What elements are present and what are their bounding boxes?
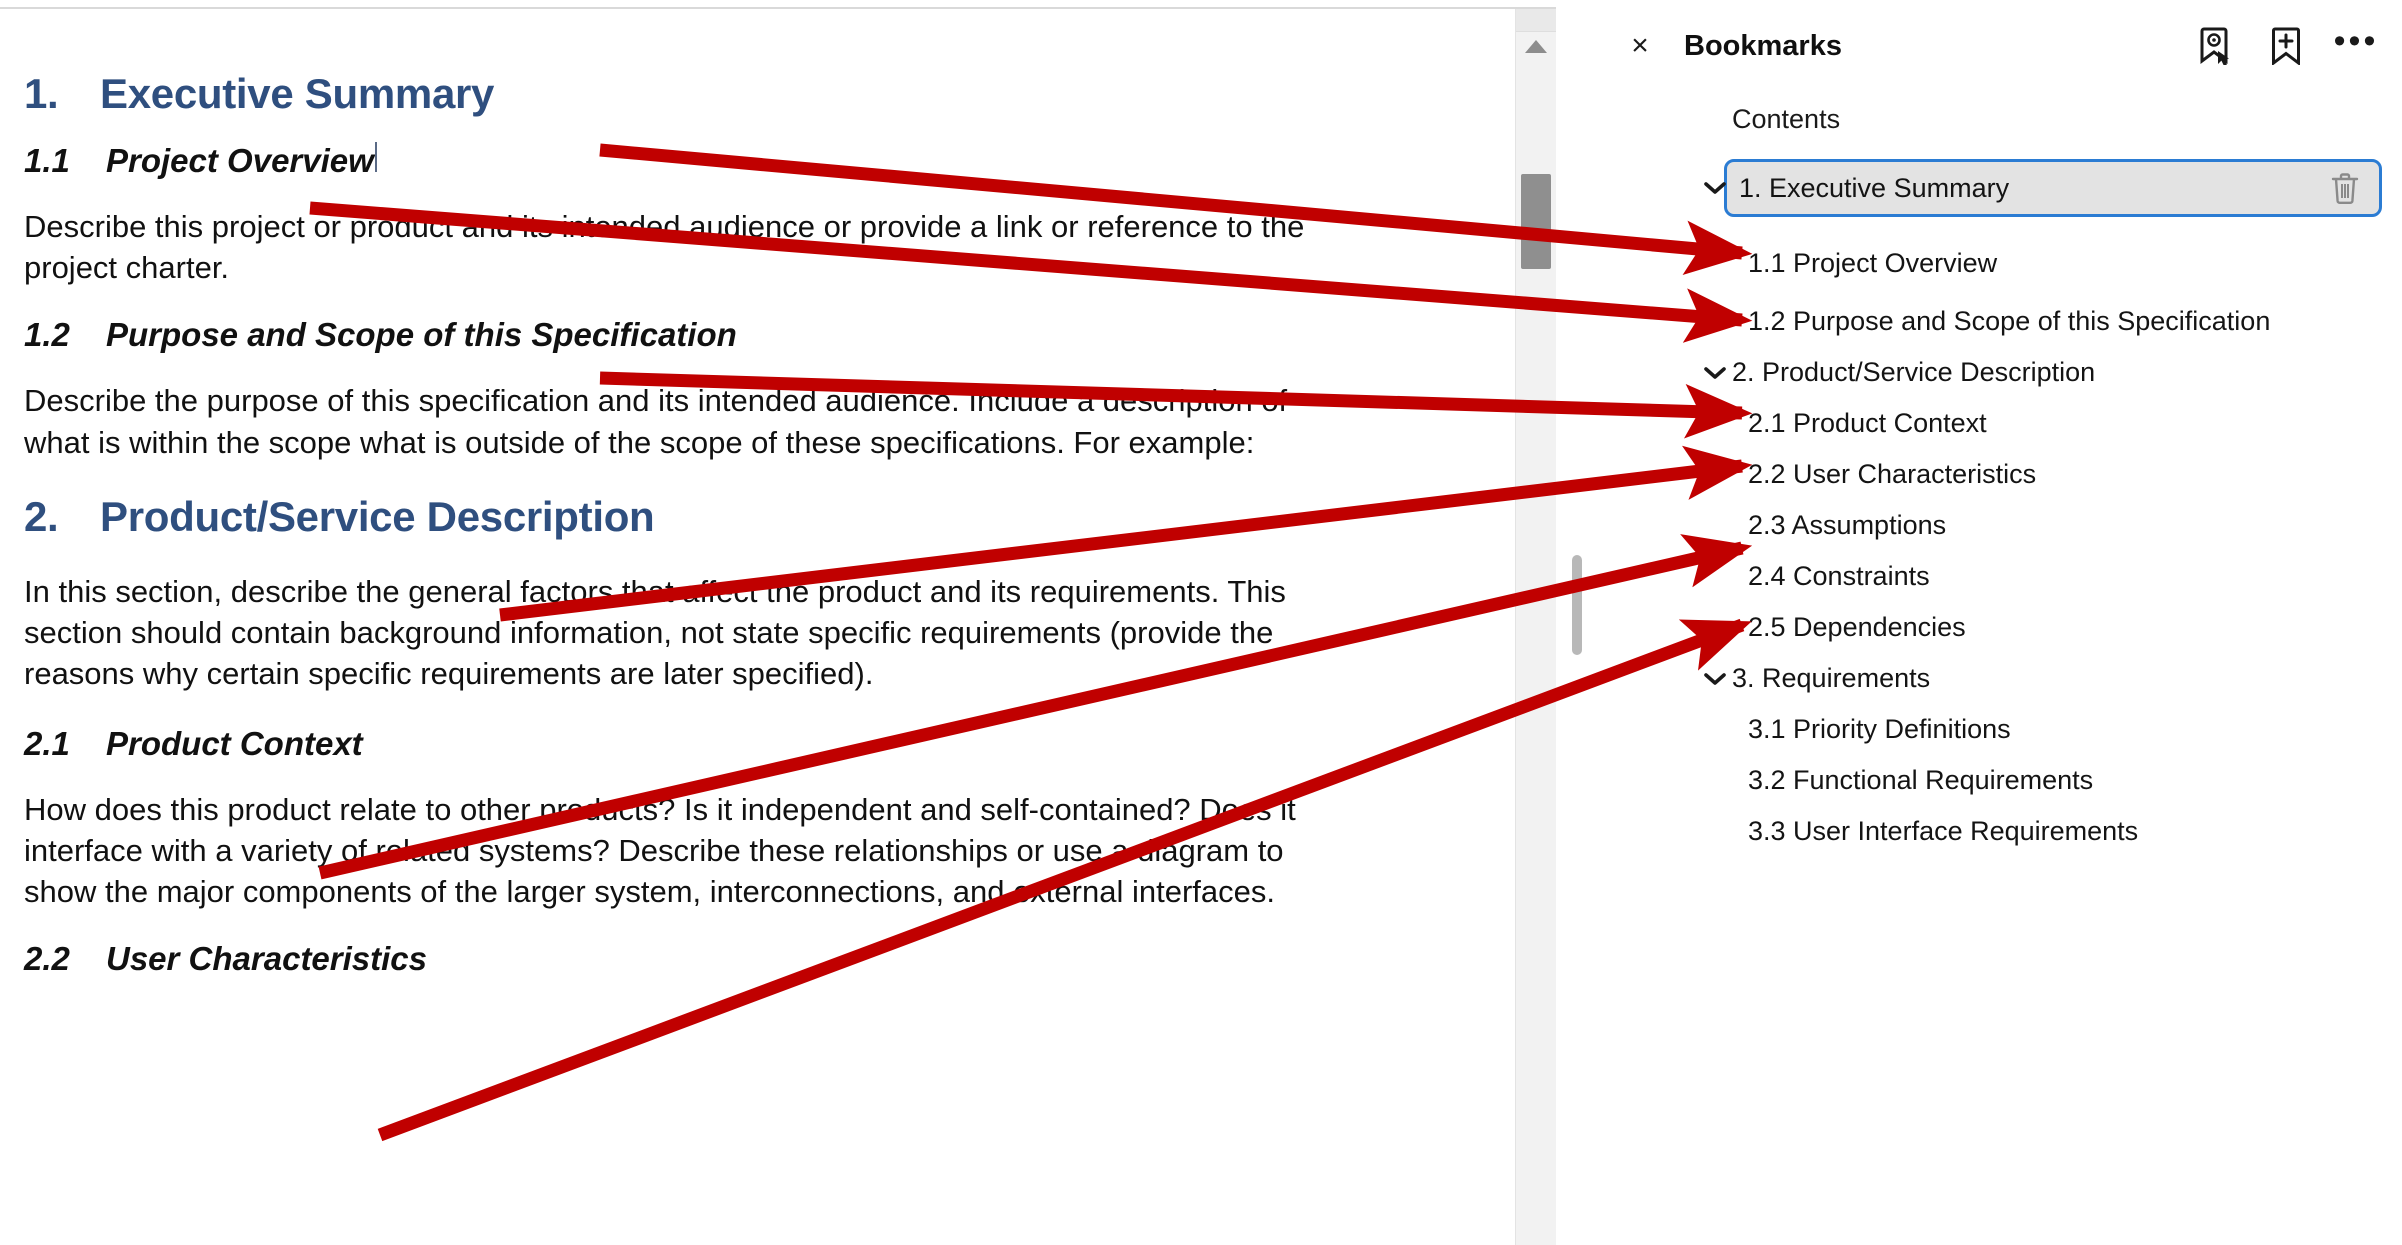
doc-paragraph-1-1: Describe this project or product and its… xyxy=(24,209,1305,286)
bookmark-item-executive-summary[interactable]: 1. Executive Summary xyxy=(1724,159,2382,217)
bookmark-row: 1.2 Purpose and Scope of this Specificat… xyxy=(1598,296,2402,347)
doc-subheading-text: Product Context xyxy=(106,724,363,762)
doc-heading-1-1-project-overview: 1.1 Project Overview xyxy=(24,142,1532,180)
bookmark-item-product-service-description[interactable]: 2. Product/Service Description xyxy=(1732,344,2095,402)
doc-paragraph-2-1: How does this product relate to other pr… xyxy=(24,791,1296,909)
text-cursor-caret xyxy=(374,142,377,172)
doc-heading-number: 2. xyxy=(24,492,59,540)
doc-heading-2-1-product-context: 2.1 Product Context xyxy=(24,725,1532,763)
bookmark-row: 3.2 Functional Requirements xyxy=(1598,755,2402,806)
document-vertical-scrollbar[interactable] xyxy=(1515,9,1556,1245)
more-options-icon[interactable]: ••• xyxy=(2334,19,2378,73)
bookmark-label: 1. Executive Summary xyxy=(1739,172,2010,203)
bookmark-row: 2. Product/Service Description xyxy=(1598,347,2402,398)
bookmark-row: 2.2 User Characteristics xyxy=(1598,449,2402,500)
close-icon[interactable]: × xyxy=(1618,24,1662,68)
bookmark-item-project-overview[interactable]: 1.1 Project Overview xyxy=(1748,235,1997,293)
bookmark-row: 3.1 Priority Definitions xyxy=(1598,704,2402,755)
bookmark-label: 1.2 Purpose and Scope of this Specificat… xyxy=(1748,306,2271,336)
bookmark-item-assumptions[interactable]: 2.3 Assumptions xyxy=(1748,497,1946,555)
chevron-down-icon[interactable] xyxy=(1698,171,1732,205)
doc-heading-1-executive-summary: 1. Executive Summary xyxy=(24,70,1532,118)
bookmarks-section-label: Contents xyxy=(1732,104,1841,134)
doc-heading-text: Product/Service Description xyxy=(100,492,655,540)
bookmark-row: 2.3 Assumptions xyxy=(1598,500,2402,551)
bookmark-label: 2.4 Constraints xyxy=(1748,561,1930,591)
scrollbar-top-cap xyxy=(1516,9,1556,32)
bookmark-row: 1.1 Project Overview xyxy=(1598,231,2402,296)
bookmark-plus-icon[interactable] xyxy=(2264,24,2308,68)
scroll-up-arrow-icon[interactable] xyxy=(1525,40,1547,53)
bookmarks-panel-actions: ••• xyxy=(2194,19,2378,73)
bookmark-label: 3.3 User Interface Requirements xyxy=(1748,816,2139,846)
bookmarks-panel: × Bookmarks ••• Contents 1. Executive Su… xyxy=(1598,0,2402,1245)
bookmark-item-functional-requirements[interactable]: 3.2 Functional Requirements xyxy=(1748,752,2093,810)
bookmarks-tree: 1. Executive Summary 1.1 Project Overvie… xyxy=(1598,145,2402,857)
bookmark-label: 3. Requirements xyxy=(1732,663,1931,693)
doc-subheading-text: Purpose and Scope of this Specification xyxy=(106,316,737,354)
bookmark-label: 2.5 Dependencies xyxy=(1748,612,1966,642)
bookmark-label: 2.2 User Characteristics xyxy=(1748,459,2037,489)
bookmark-item-purpose-and-scope[interactable]: 1.2 Purpose and Scope of this Specificat… xyxy=(1748,293,2270,351)
bookmark-label: 2.3 Assumptions xyxy=(1748,510,1947,540)
doc-subheading-number: 2.2 xyxy=(24,940,70,978)
doc-subheading-text: Project Overview xyxy=(106,142,374,179)
bookmark-item-product-context[interactable]: 2.1 Product Context xyxy=(1748,395,1987,453)
doc-heading-number: 1. xyxy=(24,70,59,117)
pdf-viewer-window: 1. Executive Summary 1.1 Project Overview … xyxy=(0,0,2402,1245)
bookmark-row: 1. Executive Summary xyxy=(1598,145,2402,231)
chevron-down-icon[interactable] xyxy=(1698,356,1732,390)
chevron-down-icon[interactable] xyxy=(1698,662,1732,696)
bookmark-row: 2.4 Constraints xyxy=(1598,551,2402,602)
doc-paragraph-1-2: Describe the purpose of this specificati… xyxy=(24,383,1288,460)
bookmark-item-constraints[interactable]: 2.4 Constraints xyxy=(1748,548,1930,606)
bookmark-label: 2.1 Product Context xyxy=(1748,408,1987,438)
doc-subheading-text: User Characteristics xyxy=(106,940,428,978)
doc-paragraph-2: In this section, describe the general fa… xyxy=(24,573,1286,692)
bookmark-row: 3.3 User Interface Requirements xyxy=(1598,806,2402,857)
bookmark-row: 2.1 Product Context xyxy=(1598,398,2402,449)
bookmark-label: 2. Product/Service Description xyxy=(1732,357,2096,387)
bookmark-label: 3.1 Priority Definitions xyxy=(1748,714,2011,744)
document-pane: 1. Executive Summary 1.1 Project Overview … xyxy=(0,0,1556,1245)
bookmark-label: 1.1 Project Overview xyxy=(1748,248,1998,278)
doc-heading-2-2-user-characteristics: 2.2 User Characteristics xyxy=(24,940,1532,978)
bookmarks-panel-header: × Bookmarks ••• xyxy=(1598,0,2402,92)
bookmark-pointer-icon[interactable] xyxy=(2194,24,2238,68)
doc-heading-1-2-purpose-and-scope: 1.2 Purpose and Scope of this Specificati… xyxy=(24,316,1532,354)
bookmarks-scrollbar-thumb[interactable] xyxy=(1572,555,1582,655)
bookmark-item-dependencies[interactable]: 2.5 Dependencies xyxy=(1748,599,1966,657)
bookmark-item-user-characteristics[interactable]: 2.2 User Characteristics xyxy=(1748,446,2036,504)
bookmark-row: 3. Requirements xyxy=(1598,653,2402,704)
document-page: 1. Executive Summary 1.1 Project Overview … xyxy=(0,0,1556,978)
doc-heading-2-product-service-description: 2. Product/Service Description xyxy=(24,493,1532,541)
doc-subheading-number: 2.1 xyxy=(24,724,70,762)
bookmark-item-requirements[interactable]: 3. Requirements xyxy=(1732,650,1930,708)
delete-bookmark-icon[interactable] xyxy=(2325,166,2365,210)
bookmark-label: 3.2 Functional Requirements xyxy=(1748,765,2094,795)
bookmarks-panel-title: Bookmarks xyxy=(1684,29,1842,62)
bookmark-item-priority-definitions[interactable]: 3.1 Priority Definitions xyxy=(1748,701,2011,759)
scrollbar-thumb[interactable] xyxy=(1521,174,1551,269)
bookmarks-panel-scrollbar[interactable] xyxy=(1556,0,1598,1245)
page-top-divider xyxy=(0,7,1556,9)
doc-heading-text: Executive Summary xyxy=(100,70,495,117)
doc-subheading-number: 1.2 xyxy=(24,316,70,354)
bookmark-row: 2.5 Dependencies xyxy=(1598,602,2402,653)
bookmark-item-user-interface-requirements[interactable]: 3.3 User Interface Requirements xyxy=(1748,803,2138,861)
doc-subheading-number: 1.1 xyxy=(24,142,70,179)
